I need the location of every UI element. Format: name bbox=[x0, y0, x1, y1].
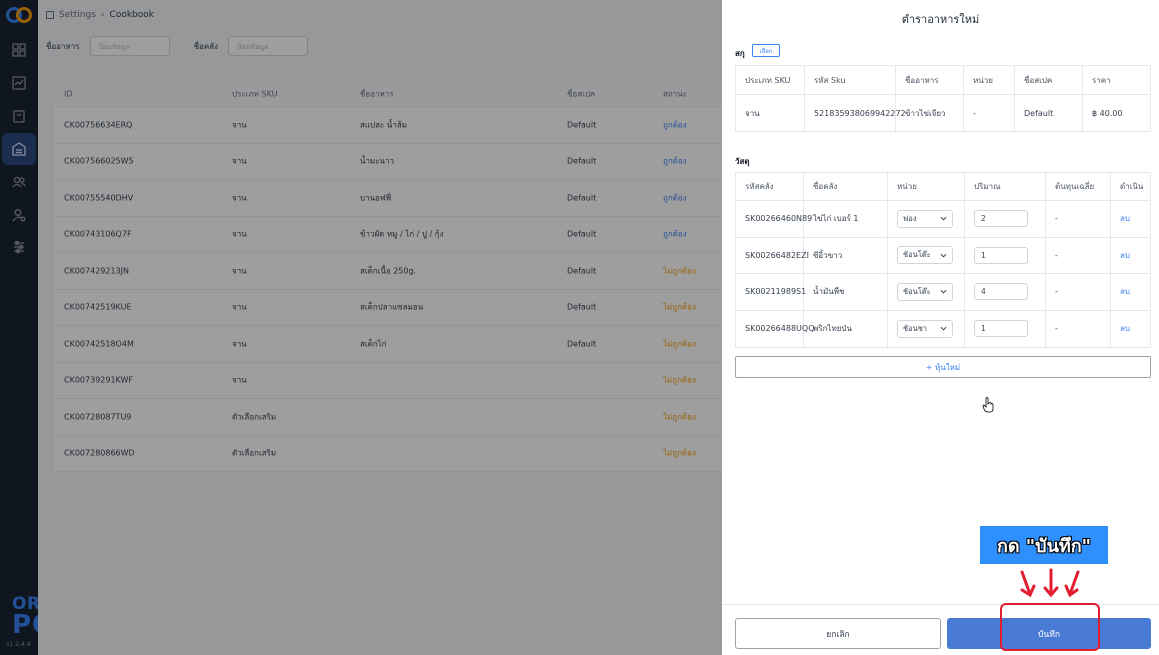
mat-col-name: ชื่อคลัง bbox=[804, 173, 888, 200]
mat-cost: - bbox=[1046, 201, 1111, 237]
mat-unit-cell: ช้อนโต๊ะ bbox=[888, 274, 965, 310]
sku-row: จาน 521835938069942272 ข้าวไข่เจียว - De… bbox=[736, 95, 1150, 131]
mat-unit-cell: ช้อนโต๊ะ bbox=[888, 237, 965, 273]
material-row: SK00266460N89 ไข่ไก่ เบอร์ 1 ฟอง 2- ลบ bbox=[736, 201, 1150, 238]
sku-table-header: ประเภท SKU รหัส Sku ชื่ออาหาร หน่วย ชื่อ… bbox=[736, 66, 1150, 95]
sku-col-unit: หน่วย bbox=[964, 66, 1015, 94]
mat-code: SK00266482EZI bbox=[736, 237, 809, 273]
mat-qty-cell: 1 bbox=[965, 310, 1046, 347]
delete-link[interactable]: ลบ bbox=[1111, 201, 1152, 237]
mat-code: SK00266488UQQ bbox=[736, 310, 815, 347]
material-row: SK00266488UQQ พริกไทยป่น ช้อนชา 1- ลบ bbox=[736, 310, 1152, 348]
sku-name-value: ข้าวไข่เจียว bbox=[896, 95, 964, 131]
chevron-down-icon bbox=[940, 253, 947, 258]
mat-col-code: รหัสคลัง bbox=[736, 173, 804, 200]
arrow-down-icon bbox=[1020, 568, 1080, 598]
material-table: รหัสคลัง ชื่อคลัง หน่วย ปริมาณ ต้นทุนเฉล… bbox=[735, 172, 1151, 348]
sku-code-value: 521835938069942272 bbox=[805, 95, 906, 131]
mat-col-action: ดำเนิน bbox=[1120, 182, 1144, 191]
mat-cost: - bbox=[1046, 237, 1111, 273]
material-section-label: วัสดุ bbox=[735, 157, 750, 166]
mat-name: น้ำมันพืช bbox=[804, 274, 888, 310]
sku-col-type: ประเภท SKU bbox=[736, 66, 805, 94]
cancel-button[interactable]: ยกเลิก bbox=[735, 618, 941, 649]
hand-cursor-icon bbox=[982, 397, 994, 413]
sku-col-spec: ชื่อสเปค bbox=[1015, 66, 1083, 94]
unit-select[interactable]: ช้อนชา bbox=[897, 319, 953, 338]
sku-col-name: ชื่ออาหาร bbox=[896, 66, 964, 94]
delete-link[interactable]: ลบ bbox=[1111, 238, 1152, 274]
chevron-down-icon bbox=[940, 217, 947, 221]
chevron-down-icon bbox=[940, 327, 947, 331]
mat-code: SK00266460N89 bbox=[736, 201, 812, 237]
sku-section-label: สกุ bbox=[735, 49, 745, 58]
material-row: SK00211989S1 น้ำมันพืช ช้อนโต๊ะ 4- ลบ bbox=[736, 274, 1150, 311]
quantity-input[interactable]: 1 bbox=[974, 320, 1028, 338]
mat-qty-cell: 4 bbox=[965, 274, 1046, 310]
sku-col-price: ราคา bbox=[1092, 75, 1111, 85]
delete-link[interactable]: ลบ bbox=[1111, 274, 1152, 310]
unit-select[interactable]: ช้อนโต๊ะ bbox=[897, 246, 953, 265]
mat-col-qty: ปริมาณ bbox=[965, 173, 1046, 200]
sku-col-code: รหัส Sku bbox=[805, 66, 896, 94]
unit-select-value: ช้อนโต๊ะ bbox=[903, 250, 931, 260]
add-material-button[interactable]: + หุ้นใหม่ bbox=[735, 356, 1151, 378]
save-highlight-box bbox=[1000, 603, 1100, 651]
quantity-input[interactable]: 4 bbox=[974, 283, 1028, 301]
unit-select-value: ช้อนโต๊ะ bbox=[903, 286, 931, 296]
unit-select-value: ช้อนชา bbox=[903, 323, 928, 333]
instruction-banner: กด "บันทึก" bbox=[980, 526, 1108, 564]
unit-select-value: ฟอง bbox=[903, 213, 917, 223]
mat-cost: - bbox=[1046, 310, 1111, 347]
mat-name: พริกไทยป่น bbox=[804, 310, 888, 347]
modal-backdrop[interactable] bbox=[0, 0, 722, 655]
mat-qty-cell: 2 bbox=[965, 201, 1046, 237]
mat-qty-cell: 1 bbox=[965, 237, 1046, 273]
mat-col-unit: หน่วย bbox=[888, 173, 965, 200]
sku-unit-value: - bbox=[964, 95, 1015, 131]
sku-type-value: จาน bbox=[736, 95, 805, 131]
quantity-input[interactable]: 1 bbox=[974, 246, 1028, 264]
quantity-input[interactable]: 2 bbox=[974, 210, 1028, 228]
mat-unit-cell: ฟอง bbox=[888, 201, 965, 237]
drawer-title: ตำราอาหารใหม่ bbox=[901, 13, 980, 26]
mat-cost: - bbox=[1046, 274, 1111, 310]
unit-select[interactable]: ฟอง bbox=[897, 209, 953, 228]
sku-spec-value: Default bbox=[1015, 95, 1083, 131]
delete-link[interactable]: ลบ bbox=[1111, 311, 1152, 348]
mat-name: ซีอิ้วขาว bbox=[804, 237, 888, 273]
unit-select[interactable]: ช้อนโต๊ะ bbox=[897, 282, 953, 301]
sku-price-value: ฿ 40.00 bbox=[1092, 108, 1123, 118]
mat-unit-cell: ช้อนชา bbox=[888, 310, 965, 347]
material-table-header: รหัสคลัง ชื่อคลัง หน่วย ปริมาณ ต้นทุนเฉล… bbox=[736, 173, 1150, 201]
sku-table: ประเภท SKU รหัส Sku ชื่ออาหาร หน่วย ชื่อ… bbox=[735, 65, 1151, 132]
mat-col-cost: ต้นทุนเฉลี่ย bbox=[1046, 173, 1111, 200]
mat-name: ไข่ไก่ เบอร์ 1 bbox=[804, 201, 888, 237]
mat-code: SK00211989S1 bbox=[736, 274, 806, 310]
pick-sku-button[interactable]: เลือก bbox=[752, 44, 780, 57]
material-row: SK00266482EZI ซีอิ้วขาว ช้อนโต๊ะ 1- ลบ bbox=[736, 237, 1152, 274]
chevron-down-icon bbox=[940, 290, 947, 294]
